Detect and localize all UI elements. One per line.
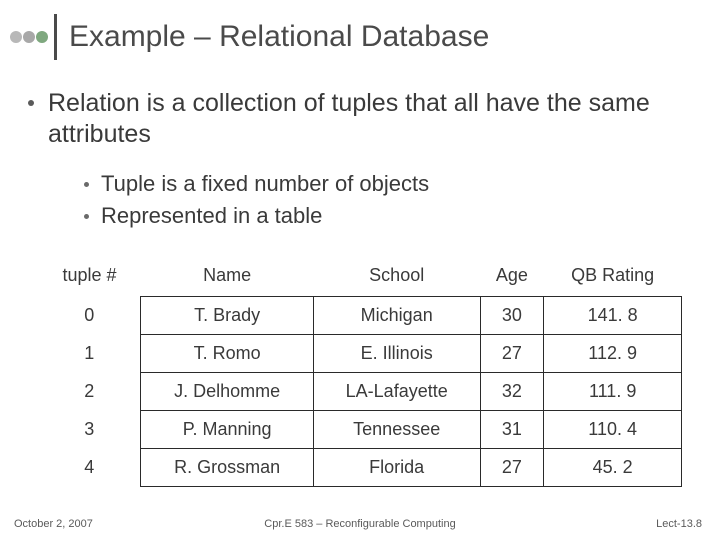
table-row: 1 T. Romo E. Illinois 27 112. 9 bbox=[38, 334, 682, 372]
footer-course: Cpr.E 583 – Reconfigurable Computing bbox=[264, 518, 455, 530]
table-cell: 0 bbox=[38, 296, 141, 334]
bullet-main: Relation is a collection of tuples that … bbox=[28, 88, 700, 151]
table-cell: 3 bbox=[38, 410, 141, 448]
bullet-sub: Tuple is a fixed number of objects bbox=[84, 171, 700, 197]
bullet-dot-icon bbox=[28, 100, 34, 106]
bullet-sub-text: Represented in a table bbox=[101, 203, 322, 229]
bullet-sub: Represented in a table bbox=[84, 203, 700, 229]
footer-date: October 2, 2007 bbox=[14, 518, 93, 530]
slide-title: Example – Relational Database bbox=[69, 20, 489, 54]
bullet-dot-icon bbox=[84, 214, 89, 219]
table-cell: R. Grossman bbox=[141, 448, 313, 486]
table-cell: Tennessee bbox=[313, 410, 480, 448]
table-cell: 2 bbox=[38, 372, 141, 410]
slide-footer: October 2, 2007 Cpr.E 583 – Reconfigurab… bbox=[0, 518, 720, 530]
table-cell: 111. 9 bbox=[544, 372, 682, 410]
table-cell: 112. 9 bbox=[544, 334, 682, 372]
table-cell: 27 bbox=[480, 448, 544, 486]
table-row: 3 P. Manning Tennessee 31 110. 4 bbox=[38, 410, 682, 448]
table-row: 4 R. Grossman Florida 27 45. 2 bbox=[38, 448, 682, 486]
table-cell: Michigan bbox=[313, 296, 480, 334]
sub-bullet-list: Tuple is a fixed number of objects Repre… bbox=[28, 171, 700, 229]
table-row: 2 J. Delhomme LA-Lafayette 32 111. 9 bbox=[38, 372, 682, 410]
table-cell: 32 bbox=[480, 372, 544, 410]
table-cell: T. Brady bbox=[141, 296, 313, 334]
table-cell: 31 bbox=[480, 410, 544, 448]
table-header-cell: tuple # bbox=[38, 257, 141, 297]
table-cell: J. Delhomme bbox=[141, 372, 313, 410]
table-cell: Florida bbox=[313, 448, 480, 486]
table-cell: 4 bbox=[38, 448, 141, 486]
dot-icon bbox=[36, 31, 48, 43]
slide-header: Example – Relational Database bbox=[0, 0, 720, 60]
table-cell: 110. 4 bbox=[544, 410, 682, 448]
data-table: tuple # Name School Age QB Rating 0 T. B… bbox=[38, 257, 682, 487]
slide-content: Relation is a collection of tuples that … bbox=[0, 60, 720, 229]
table-cell: 27 bbox=[480, 334, 544, 372]
table-header-cell: Age bbox=[480, 257, 544, 297]
bullet-sub-text: Tuple is a fixed number of objects bbox=[101, 171, 429, 197]
table-header-cell: QB Rating bbox=[544, 257, 682, 297]
title-vertical-bar bbox=[54, 14, 57, 60]
table-cell: T. Romo bbox=[141, 334, 313, 372]
table-header-cell: Name bbox=[141, 257, 313, 297]
table-cell: P. Manning bbox=[141, 410, 313, 448]
decorative-dots bbox=[10, 31, 48, 43]
table-cell: 30 bbox=[480, 296, 544, 334]
table-header-row: tuple # Name School Age QB Rating bbox=[38, 257, 682, 297]
dot-icon bbox=[10, 31, 22, 43]
table-cell: 45. 2 bbox=[544, 448, 682, 486]
table-cell: 141. 8 bbox=[544, 296, 682, 334]
table-row: 0 T. Brady Michigan 30 141. 8 bbox=[38, 296, 682, 334]
table-cell: 1 bbox=[38, 334, 141, 372]
table-cell: LA-Lafayette bbox=[313, 372, 480, 410]
table-cell: E. Illinois bbox=[313, 334, 480, 372]
dot-icon bbox=[23, 31, 35, 43]
bullet-main-text: Relation is a collection of tuples that … bbox=[48, 88, 700, 151]
table-header-cell: School bbox=[313, 257, 480, 297]
bullet-dot-icon bbox=[84, 182, 89, 187]
table-container: tuple # Name School Age QB Rating 0 T. B… bbox=[0, 235, 720, 487]
footer-slide-number: Lect-13.8 bbox=[656, 518, 702, 530]
